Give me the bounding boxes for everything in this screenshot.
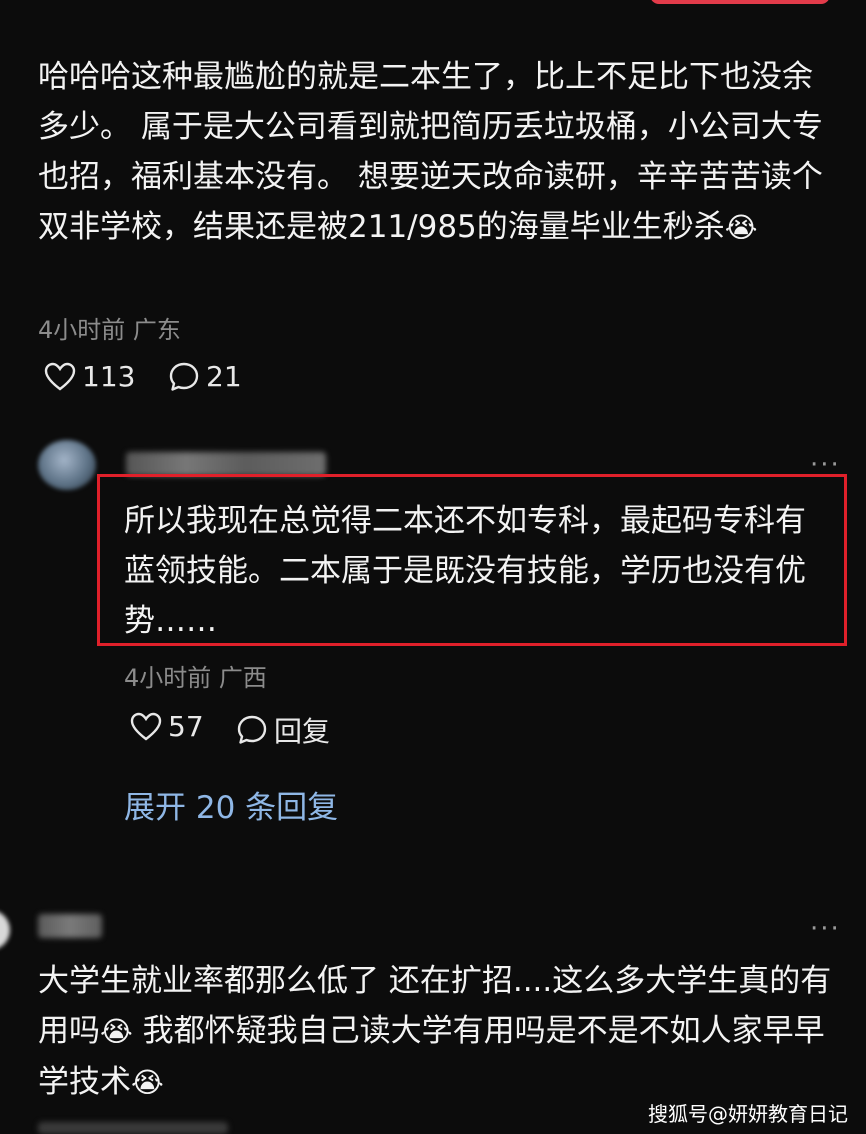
comment-icon [169, 362, 199, 391]
reply-1-text: 所以我现在总觉得二本还不如专科，最起码专科有蓝领技能。二本属于是既没有技能，学历… [124, 503, 806, 639]
crying-emoji-icon: 😭 [100, 1015, 133, 1048]
next-comment-blurred [38, 1122, 228, 1134]
comment-1-like-count: 113 [82, 360, 136, 393]
reply-1-username-blurred[interactable] [126, 452, 326, 476]
watermark: 搜狐号@妍妍教育日记 [648, 1102, 848, 1126]
comment-icon [237, 715, 267, 744]
reply-1-reply-label: 回复 [274, 715, 331, 748]
comment-2-avatar[interactable] [0, 910, 10, 950]
comment-2-text: 大学生就业率都那么低了 还在扩招....这么多大学生真的有用吗😭 我都怀疑我自己… [38, 956, 838, 1108]
reply-1-avatar[interactable] [38, 440, 96, 490]
crying-emoji-icon: 😭 [131, 1066, 164, 1099]
heart-icon [44, 362, 76, 391]
comment-1-like-button[interactable]: 113 [44, 360, 135, 393]
expand-replies-link[interactable]: 展开 20 条回复 [124, 782, 338, 827]
crying-emoji-icon: 😭 [724, 211, 758, 244]
comment-1-meta: 4小时前 广东 [38, 316, 181, 344]
comment-2-more-icon[interactable]: ··· [810, 914, 841, 944]
top-red-pill [650, 0, 830, 4]
reply-1-meta: 4小时前 广西 [124, 664, 267, 692]
comment-1-comment-count: 21 [206, 360, 242, 393]
heart-icon [130, 712, 162, 741]
comment-1-comment-button[interactable]: 21 [168, 360, 242, 393]
reply-1-reply-button[interactable]: 回复 [236, 710, 330, 750]
comment-1-text: 哈哈哈这种最尴尬的就是二本生了，比上不足比下也没余多少。 属于是大公司看到就把简… [38, 52, 838, 253]
reply-1-like-button[interactable]: 57 [130, 710, 204, 743]
comment-2-username-blurred[interactable] [38, 914, 102, 938]
reply-1-like-count: 57 [168, 710, 204, 743]
